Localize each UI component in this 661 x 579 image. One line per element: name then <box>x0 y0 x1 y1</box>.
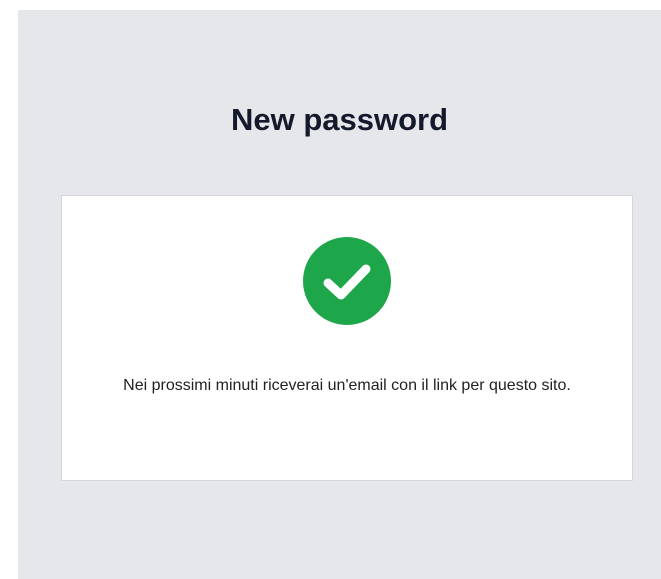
page-title: New password <box>230 102 449 137</box>
confirmation-message: Nei prossimi minuti riceverai un'email c… <box>123 377 571 394</box>
page-panel: New password Nei prossimi minuti ricever… <box>18 10 661 579</box>
confirmation-card: Nei prossimi minuti riceverai un'email c… <box>61 195 633 481</box>
check-circle-icon <box>303 237 391 325</box>
